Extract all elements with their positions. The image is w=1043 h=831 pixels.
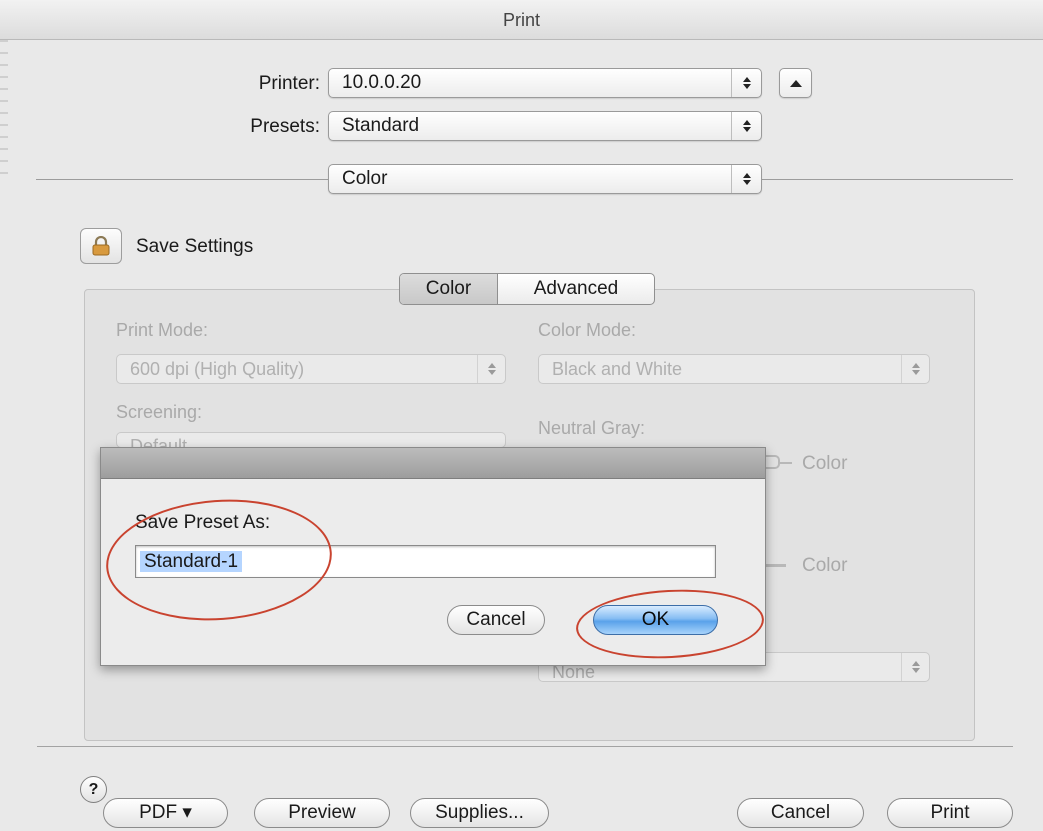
- popup-arrows-icon: [731, 69, 761, 97]
- section-divider-left: [36, 179, 328, 180]
- tab-bar: Color Advanced: [399, 273, 655, 305]
- section-divider-right: [762, 179, 1013, 180]
- pane-selector-value: Color: [342, 168, 388, 189]
- screening-popup[interactable]: Default: [116, 432, 506, 448]
- window-title: Print: [502, 10, 540, 30]
- printer-label: Printer:: [258, 73, 320, 94]
- neutral-gray-label: Neutral Gray:: [538, 418, 646, 438]
- color-mode-value: Black and White: [552, 359, 683, 379]
- tab-advanced[interactable]: Advanced: [498, 274, 654, 304]
- neutral-gray-option-color: Color: [802, 453, 848, 474]
- presets-label: Presets:: [250, 116, 320, 137]
- popup-arrows-icon: [901, 653, 929, 681]
- footer-divider: [37, 746, 1013, 747]
- help-button[interactable]: ?: [80, 776, 107, 803]
- popup-arrows-icon: [901, 355, 929, 383]
- print-mode-value: 600 dpi (High Quality): [130, 359, 305, 379]
- sheet-title-bar: [101, 448, 765, 479]
- printer-popup[interactable]: 10.0.0.20: [328, 68, 762, 98]
- lock-button[interactable]: [80, 228, 122, 264]
- slider-track: [780, 462, 792, 464]
- triangle-up-icon: [789, 79, 802, 87]
- screening-label: Screening:: [116, 402, 203, 422]
- sheet-cancel-button[interactable]: Cancel: [447, 605, 545, 635]
- printer-value: 10.0.0.20: [342, 72, 422, 93]
- print-mode-label: Print Mode:: [116, 320, 209, 340]
- tab-color[interactable]: Color: [400, 274, 498, 304]
- window-title-bar: Print: [0, 0, 1043, 40]
- cancel-button[interactable]: Cancel: [737, 798, 864, 828]
- lock-icon: [92, 236, 110, 256]
- print-button[interactable]: Print: [887, 798, 1013, 828]
- presets-value: Standard: [342, 115, 420, 136]
- print-mode-popup[interactable]: 600 dpi (High Quality): [116, 354, 506, 384]
- window-left-edge: [0, 40, 8, 180]
- option-color-2: Color: [802, 555, 848, 576]
- slider-track-2: [766, 564, 786, 567]
- disclosure-button[interactable]: [779, 68, 812, 98]
- preview-button[interactable]: Preview: [254, 798, 390, 828]
- save-settings-label: Save Settings: [136, 236, 254, 257]
- popup-arrows-icon: [477, 355, 505, 383]
- pane-selector-popup[interactable]: Color: [328, 164, 762, 194]
- presets-popup[interactable]: Standard: [328, 111, 762, 141]
- color-mode-popup[interactable]: Black and White: [538, 354, 930, 384]
- popup-arrows-icon: [731, 112, 761, 140]
- pdf-button[interactable]: PDF ▾: [103, 798, 228, 828]
- supplies-button[interactable]: Supplies...: [410, 798, 549, 828]
- popup-arrows-icon: [731, 165, 761, 193]
- color-mode-label: Color Mode:: [538, 320, 637, 340]
- slider-knob-icon[interactable]: [766, 455, 780, 469]
